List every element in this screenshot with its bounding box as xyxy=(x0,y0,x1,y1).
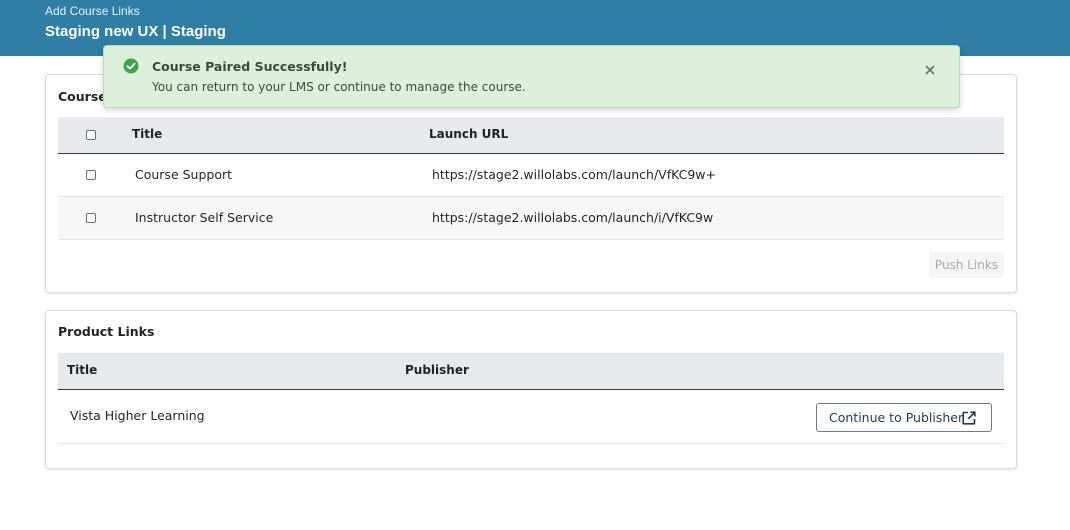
page-title: Staging new UX | Staging xyxy=(45,23,226,40)
column-header-title: Title xyxy=(67,363,98,377)
row-checkbox[interactable] xyxy=(86,213,96,223)
course-links-title: Course xyxy=(58,89,107,104)
continue-to-publisher-button[interactable]: Continue to Publisher xyxy=(816,403,992,432)
close-icon[interactable] xyxy=(923,62,937,76)
select-all-checkbox[interactable] xyxy=(86,130,96,140)
row-title: Instructor Self Service xyxy=(135,210,274,225)
product-links-table-header: Title Publisher xyxy=(58,353,1004,390)
success-toast: Course Paired Successfully! You can retu… xyxy=(103,45,960,108)
row-checkbox[interactable] xyxy=(86,170,96,180)
row-launch-url: https://stage2.willolabs.com/launch/i/Vf… xyxy=(432,210,714,225)
course-links-table-header: Title Launch URL xyxy=(58,117,1004,154)
check-circle-icon xyxy=(123,58,139,78)
push-links-button: Push Links xyxy=(929,252,1004,278)
table-row: Vista Higher Learning Continue to Publis… xyxy=(58,390,1004,444)
column-header-title: Title xyxy=(132,127,163,141)
toast-message: You can return to your LMS or continue t… xyxy=(152,80,526,94)
row-launch-url: https://stage2.willolabs.com/launch/VfKC… xyxy=(432,167,717,182)
column-header-launch-url: Launch URL xyxy=(429,127,509,141)
table-row: Instructor Self Service https://stage2.w… xyxy=(58,197,1004,240)
toast-title: Course Paired Successfully! xyxy=(152,59,348,74)
product-title: Vista Higher Learning xyxy=(70,408,205,423)
product-links-title: Product Links xyxy=(58,324,155,339)
header-subtitle: Add Course Links xyxy=(45,4,140,18)
external-link-icon xyxy=(961,410,977,429)
row-title: Course Support xyxy=(135,167,233,182)
table-row: Course Support https://stage2.willolabs.… xyxy=(58,154,1004,197)
continue-to-publisher-label: Continue to Publisher xyxy=(829,410,964,425)
column-header-publisher: Publisher xyxy=(405,363,469,377)
product-links-card: Product Links Title Publisher Vista High… xyxy=(45,310,1017,469)
